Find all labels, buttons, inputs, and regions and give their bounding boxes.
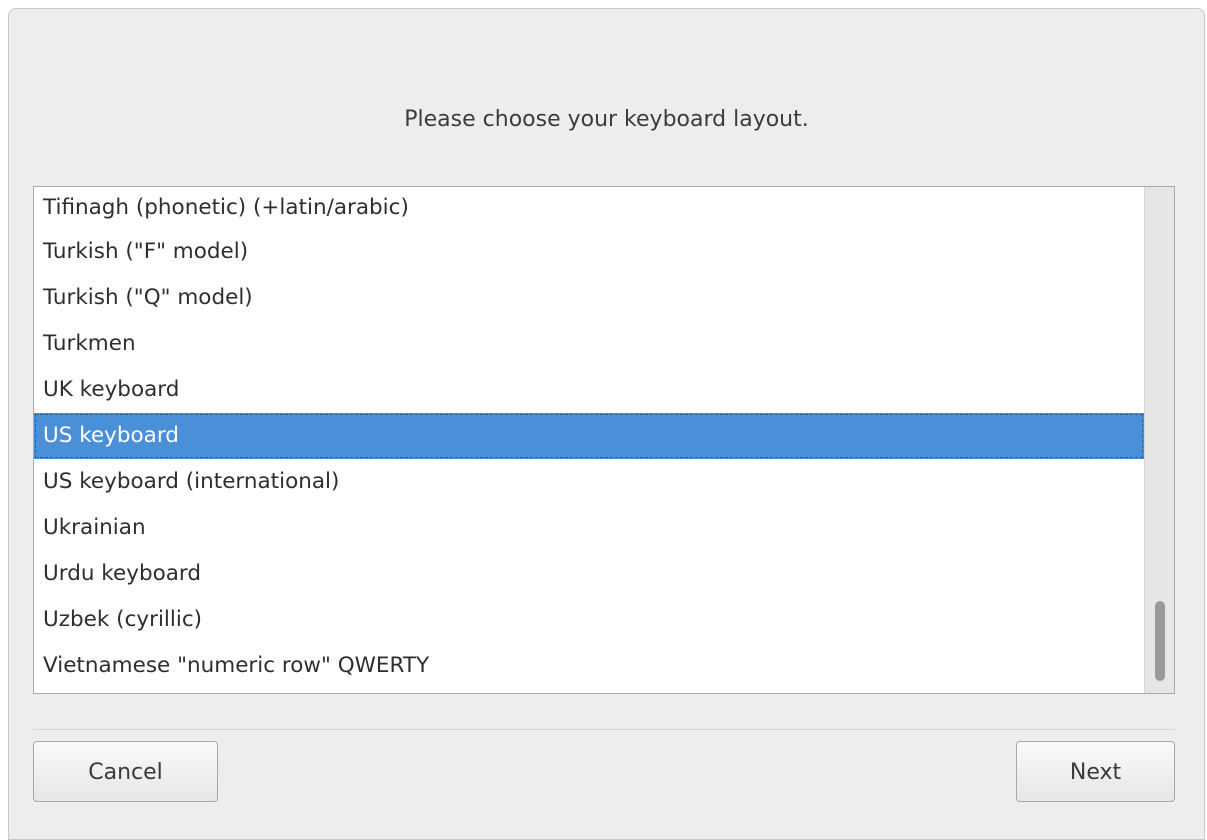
layout-list-items: Tifinagh (phonetic) (+latin/arabic) Turk… [34, 187, 1144, 689]
list-item[interactable]: Tifinagh (phonetic) (+latin/arabic) [34, 187, 1144, 229]
list-item[interactable]: UK keyboard [34, 367, 1144, 413]
next-button[interactable]: Next [1016, 741, 1175, 802]
cancel-button[interactable]: Cancel [33, 741, 218, 802]
list-item[interactable]: Turkish ("F" model) [34, 229, 1144, 275]
keyboard-layout-dialog: Please choose your keyboard layout. Tifi… [8, 8, 1205, 840]
list-item[interactable]: Vietnamese "numeric row" QWERTY [34, 643, 1144, 689]
list-item[interactable]: Urdu keyboard [34, 551, 1144, 597]
list-item[interactable]: Turkish ("Q" model) [34, 275, 1144, 321]
keyboard-layout-list[interactable]: Tifinagh (phonetic) (+latin/arabic) Turk… [33, 186, 1175, 694]
button-separator [33, 729, 1175, 730]
vertical-scrollbar[interactable] [1144, 187, 1174, 693]
list-item[interactable]: Turkmen [34, 321, 1144, 367]
list-item-selected[interactable]: US keyboard [34, 413, 1144, 459]
list-item[interactable]: Ukrainian [34, 505, 1144, 551]
scrollbar-thumb[interactable] [1155, 601, 1165, 681]
list-item[interactable]: Uzbek (cyrillic) [34, 597, 1144, 643]
dialog-prompt: Please choose your keyboard layout. [404, 107, 809, 132]
list-item[interactable]: US keyboard (international) [34, 459, 1144, 505]
